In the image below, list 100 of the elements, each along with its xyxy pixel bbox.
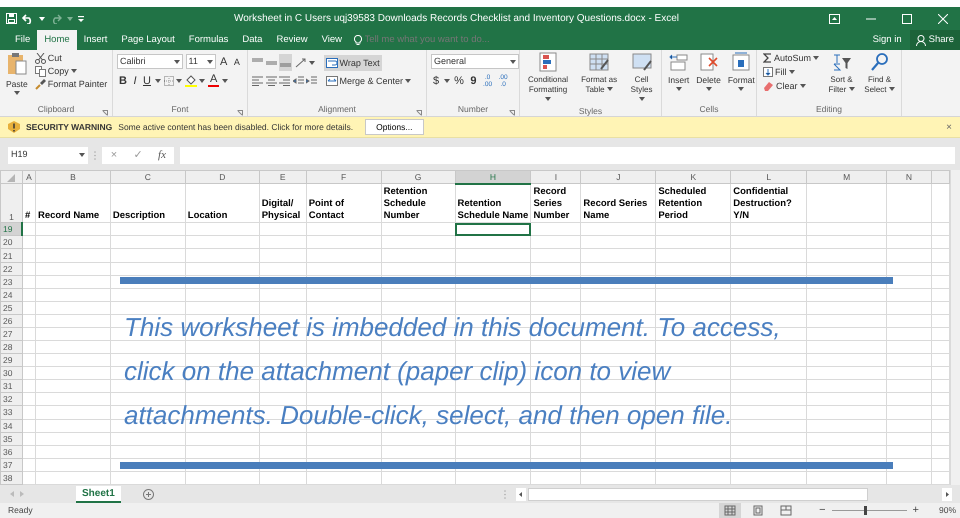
caret-icon[interactable] — [39, 16, 45, 20]
caret-icon[interactable] — [706, 87, 712, 91]
zoom-out-button[interactable]: − — [819, 502, 826, 518]
ribbon-tab[interactable]: Page Layout — [114, 30, 182, 50]
tell-me-field[interactable]: Tell me what you want to do... — [364, 32, 535, 48]
caret-icon[interactable] — [309, 60, 315, 64]
zoom-in-button[interactable]: + — [912, 502, 919, 518]
caret-icon[interactable] — [738, 87, 744, 91]
percent-button[interactable]: % — [452, 75, 466, 87]
close-icon[interactable] — [938, 14, 948, 24]
row-header[interactable]: 19 — [0, 222, 22, 236]
cells-button[interactable]: Format — [726, 52, 757, 102]
dialog-launcher-icon[interactable] — [416, 110, 422, 116]
column-header[interactable]: A — [22, 170, 36, 184]
ribbon-tab[interactable]: Review — [269, 30, 315, 50]
cells-button[interactable]: Delete — [694, 52, 723, 102]
row-header[interactable]: 33 — [0, 406, 22, 419]
caret-icon[interactable] — [676, 87, 682, 91]
increase-indent-icon[interactable] — [306, 76, 317, 86]
row-header[interactable]: 25 — [0, 301, 22, 314]
bold-button[interactable]: B — [117, 74, 129, 86]
column-header[interactable]: I — [530, 170, 581, 184]
ribbon-tab[interactable]: Data — [235, 30, 270, 50]
column-header[interactable]: K — [656, 170, 731, 184]
customize-icon[interactable] — [78, 16, 84, 22]
row-header[interactable]: 34 — [0, 419, 22, 432]
fill-button[interactable]: Fill — [761, 66, 822, 78]
editing-button[interactable]: Sort & Filter — [824, 52, 860, 102]
column-header[interactable]: F — [306, 170, 382, 184]
styles-button[interactable]: Conditional Formatting — [524, 52, 572, 105]
caret-icon[interactable] — [800, 84, 806, 88]
row-header[interactable]: 1 — [0, 184, 22, 223]
column-header[interactable]: M — [806, 170, 887, 184]
row-header[interactable]: 27 — [0, 327, 22, 341]
maximize-icon[interactable] — [902, 14, 912, 24]
caret-icon[interactable] — [155, 78, 162, 82]
paste-button[interactable]: Paste — [4, 52, 30, 102]
caret-icon[interactable] — [510, 60, 516, 64]
column-header[interactable]: L — [730, 170, 807, 184]
name-box[interactable]: H19 — [8, 146, 88, 164]
row-header[interactable]: 26 — [0, 314, 22, 328]
cut-button[interactable]: Cut — [32, 52, 110, 64]
caret-icon[interactable] — [444, 79, 450, 83]
share-button[interactable]: Share — [910, 30, 960, 50]
row-header[interactable]: 35 — [0, 432, 22, 446]
close-button[interactable]: × — [946, 120, 952, 134]
row-header[interactable]: 36 — [0, 445, 22, 458]
font-size-dropdown[interactable]: 11 — [186, 54, 216, 69]
row-header[interactable]: 30 — [0, 366, 22, 380]
number-format-dropdown[interactable]: General — [431, 54, 519, 69]
currency-button[interactable]: $ — [431, 75, 442, 87]
options-button[interactable]: Options... — [365, 118, 424, 136]
dialog-launcher-icon[interactable] — [237, 110, 243, 116]
row-header[interactable]: 23 — [0, 275, 22, 288]
row-header[interactable]: 22 — [0, 262, 22, 276]
formula-input[interactable] — [180, 146, 955, 164]
caret-icon[interactable] — [14, 91, 20, 95]
row-header[interactable]: 24 — [0, 288, 22, 302]
add-sheet-icon[interactable] — [142, 488, 154, 500]
ribbon-display-icon[interactable] — [829, 14, 840, 24]
styles-button[interactable]: Format as Table — [575, 52, 624, 105]
font-color-button[interactable]: A — [208, 74, 220, 87]
zoom-slider-thumb[interactable] — [864, 506, 868, 515]
italic-button[interactable]: I — [131, 74, 139, 86]
column-header[interactable]: N — [886, 170, 932, 184]
caret-icon[interactable] — [405, 79, 412, 83]
column-header[interactable]: E — [259, 170, 306, 184]
row-header[interactable]: 38 — [0, 471, 22, 484]
caret-icon[interactable] — [222, 78, 228, 82]
ribbon-tab[interactable]: Insert — [76, 30, 114, 50]
column-header[interactable]: C — [110, 170, 186, 184]
copy-button[interactable]: Copy — [32, 65, 110, 77]
scroll-left-icon[interactable] — [516, 488, 526, 500]
fill-color-icon[interactable] — [184, 74, 197, 86]
selected-cell[interactable] — [455, 222, 531, 236]
column-header[interactable]: D — [185, 170, 260, 184]
caret-icon[interactable] — [606, 87, 613, 92]
row-header[interactable]: 32 — [0, 392, 22, 406]
clear-button[interactable]: Clear — [761, 80, 822, 92]
orientation-icon[interactable] — [294, 58, 306, 68]
align-right-icon[interactable] — [279, 76, 290, 86]
grow-font-button[interactable]: A — [218, 56, 230, 68]
ribbon-tab[interactable]: File — [8, 30, 38, 50]
caret-icon[interactable] — [813, 56, 820, 60]
caret-icon[interactable] — [848, 87, 855, 92]
caret-icon[interactable] — [70, 69, 77, 73]
column-header[interactable]: J — [580, 170, 656, 184]
caret-icon[interactable] — [206, 60, 212, 64]
dialog-launcher-icon[interactable] — [102, 110, 108, 116]
shrink-font-button[interactable]: A — [232, 56, 242, 68]
horizontal-scrollbar[interactable] — [528, 488, 868, 500]
caret-icon[interactable] — [788, 70, 794, 74]
caret-icon[interactable] — [174, 60, 180, 64]
row-header[interactable]: 37 — [0, 458, 22, 472]
view-button[interactable] — [719, 503, 742, 518]
ribbon-tab[interactable]: Formulas — [182, 30, 236, 50]
editing-button[interactable]: Find & Select — [862, 52, 897, 102]
row-header[interactable]: 28 — [0, 340, 22, 354]
comma-button[interactable]: 9 — [468, 75, 479, 87]
row-header[interactable]: 21 — [0, 248, 22, 262]
